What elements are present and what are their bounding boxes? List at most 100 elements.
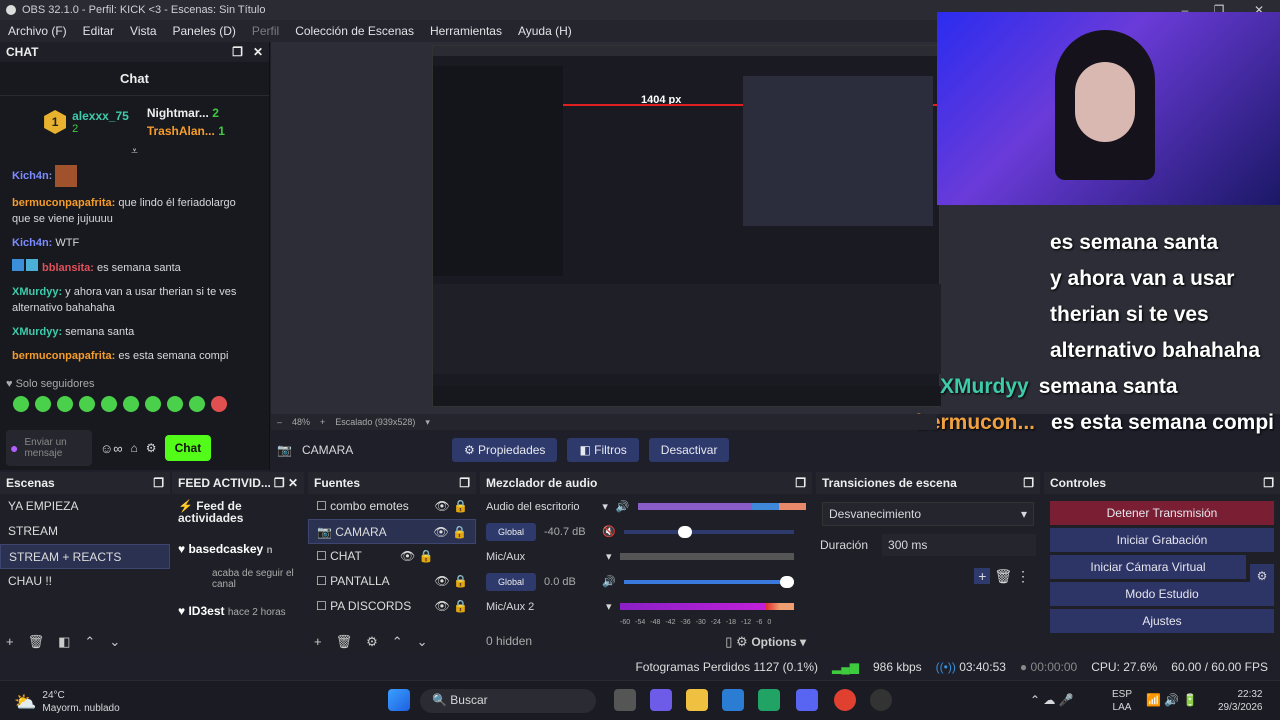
properties-button[interactable]: ⚙ Propiedades (451, 438, 558, 462)
settings-gear-icon[interactable]: ⚙ (146, 441, 157, 455)
deactivate-button[interactable]: Desactivar (648, 438, 730, 462)
stop-stream-button[interactable]: Detener Transmisión (1050, 501, 1274, 525)
close-dock-icon[interactable]: ✕ (253, 45, 263, 59)
chat-send-button[interactable]: Chat (164, 435, 212, 461)
chevron-down-icon[interactable]: ▾ (606, 600, 612, 613)
source-item-selected[interactable]: 📷 CAMARA 👁 🔒 (308, 519, 476, 544)
virtual-camera-settings-icon[interactable]: ⚙ (1250, 564, 1274, 588)
menu-docks[interactable]: Paneles (D) (165, 24, 244, 38)
add-icon[interactable]: + (6, 634, 14, 650)
move-up-icon[interactable]: ⌃ (392, 634, 403, 650)
source-item[interactable]: ☐ PANTALLA 👁 🔒 (308, 569, 476, 594)
tray-icons[interactable]: ⌃ ☁ 🎤 (1030, 693, 1074, 707)
windows-start-icon[interactable] (388, 689, 410, 711)
volume-slider[interactable] (623, 575, 794, 588)
emote-icon[interactable] (101, 396, 117, 412)
source-item[interactable]: ☐ PA DISCORDS 👁 🔒 (308, 594, 476, 619)
start-recording-button[interactable]: Iniciar Grabación (1050, 528, 1274, 552)
source-item[interactable]: ☐ CHAT 👁 🔒 (308, 544, 476, 569)
scene-item[interactable]: STREAM (0, 519, 170, 544)
weather-widget[interactable]: ⛅ 24°C Mayorm. nublado (14, 689, 120, 715)
clock[interactable]: 22:32 29/3/2026 (1218, 688, 1263, 714)
emoji-picker-icon[interactable]: ☺∞ (100, 441, 123, 456)
word-icon[interactable] (722, 689, 744, 711)
zoom-out-icon[interactable]: – (277, 417, 282, 427)
emote-icon[interactable] (189, 396, 205, 412)
chevron-down-icon[interactable]: ▾ (606, 550, 612, 563)
move-up-icon[interactable]: ⌃ (84, 634, 95, 650)
menu-view[interactable]: Vista (122, 24, 164, 38)
leader-3[interactable]: TrashAlan... 1 (147, 122, 225, 140)
studio-mode-button[interactable]: Modo Estudio (1050, 582, 1274, 606)
emote-icon[interactable] (35, 396, 51, 412)
discord-icon[interactable] (796, 689, 818, 711)
undock-icon[interactable]: ❐ (274, 476, 285, 490)
undock-icon[interactable]: ❐ (1023, 476, 1034, 490)
global-button[interactable]: Global (486, 572, 537, 591)
trash-icon[interactable]: 🗑 (994, 568, 1012, 584)
emote-icon[interactable] (57, 396, 73, 412)
menu-file[interactable]: Archivo (F) (0, 24, 75, 38)
task-view-icon[interactable] (614, 689, 636, 711)
undock-icon[interactable]: ❐ (153, 476, 164, 490)
expand-chevron-icon[interactable]: ⩡ (0, 144, 269, 159)
emote-icon[interactable] (123, 396, 139, 412)
emote-icon[interactable] (145, 396, 161, 412)
emote-icon[interactable] (13, 396, 29, 412)
trash-icon[interactable]: 🗑 (336, 634, 353, 650)
menu-edit[interactable]: Editar (75, 24, 122, 38)
undock-icon[interactable]: ❐ (232, 45, 243, 59)
emote-icon[interactable] (211, 396, 227, 412)
close-icon[interactable]: ✕ (288, 476, 298, 490)
emote-icon[interactable] (167, 396, 183, 412)
volume-slider[interactable] (623, 525, 794, 538)
language-indicator[interactable]: ESP LAA (1112, 688, 1132, 714)
global-button[interactable]: Global (486, 522, 537, 541)
scene-item[interactable]: CHAU !! (0, 569, 170, 594)
scene-item-selected[interactable]: STREAM + REACTS (0, 544, 170, 569)
excel-icon[interactable] (758, 689, 780, 711)
undock-icon[interactable]: ❐ (795, 476, 806, 490)
mic-icon[interactable]: ● (10, 441, 18, 455)
menu-profile[interactable]: Perfil (244, 24, 287, 38)
move-down-icon[interactable]: ⌄ (417, 634, 428, 650)
menu-help[interactable]: Ayuda (H) (510, 24, 580, 38)
speaker-icon[interactable]: 🔊 (602, 575, 616, 588)
menu-scene-collection[interactable]: Colección de Escenas (287, 24, 422, 38)
advanced-audio-icon[interactable]: ⚙ (736, 634, 748, 649)
undock-icon[interactable]: ❐ (459, 476, 470, 490)
leader-2[interactable]: Nightmar... 2 (147, 104, 225, 122)
chevron-down-icon[interactable]: ▾ (602, 500, 608, 513)
copilot-icon[interactable] (650, 689, 672, 711)
scene-item[interactable]: YA EMPIEZA (0, 494, 170, 519)
scale-select[interactable]: Escalado (939x528) (335, 417, 415, 427)
store-icon[interactable]: ⌂ (131, 441, 138, 455)
transition-select[interactable]: Desvanecimiento ▾ (822, 502, 1034, 526)
layout-icon[interactable]: ▯ (725, 634, 732, 649)
gear-icon[interactable]: ⚙ (366, 634, 378, 650)
chrome-icon[interactable] (834, 689, 856, 711)
chat-send-input[interactable]: ● Enviar un mensaje (6, 430, 92, 466)
menu-tools[interactable]: Herramientas (422, 24, 510, 38)
network-volume-battery-icons[interactable]: 📶 🔊 🔋 (1146, 693, 1198, 707)
zoom-in-icon[interactable]: + (320, 417, 325, 427)
chevron-down-icon[interactable]: ▾ (425, 417, 430, 428)
filters-button[interactable]: ◧ Filtros (567, 438, 639, 462)
duration-input[interactable]: 300 ms (882, 534, 1036, 556)
virtual-camera-button[interactable]: Iniciar Cámara Virtual (1050, 555, 1246, 579)
move-down-icon[interactable]: ⌄ (109, 634, 120, 650)
more-icon[interactable]: ⋮ (1016, 568, 1030, 584)
settings-button[interactable]: Ajustes (1050, 609, 1274, 633)
emote-icon[interactable] (79, 396, 95, 412)
taskbar-search[interactable]: 🔍 Buscar (420, 689, 596, 713)
add-icon[interactable]: + (314, 634, 322, 650)
obs-icon[interactable] (870, 689, 892, 711)
leader-name[interactable]: alexxx_75 (72, 109, 129, 123)
source-item[interactable]: ☐ combo emotes 👁 🔒 (308, 494, 476, 519)
add-icon[interactable]: + (974, 568, 991, 584)
undock-icon[interactable]: ❐ (1263, 476, 1274, 490)
trash-icon[interactable]: 🗑 (28, 634, 45, 650)
speaker-icon[interactable]: 🔊 (616, 500, 630, 513)
options-button[interactable]: Options ▾ (751, 635, 806, 649)
muted-icon[interactable]: 🔇 (602, 525, 616, 538)
